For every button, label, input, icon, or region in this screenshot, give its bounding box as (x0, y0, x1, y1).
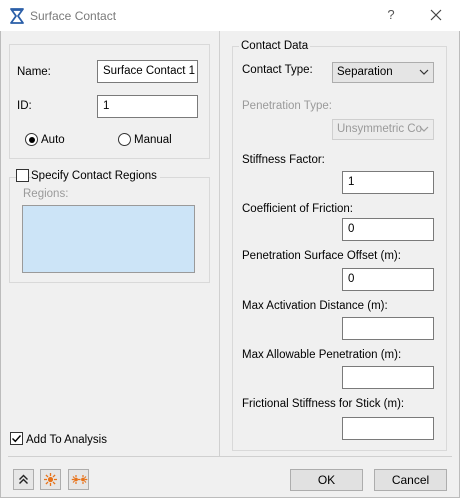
contact-type-value: Separation (337, 66, 393, 78)
name-label: Name: (17, 66, 51, 78)
close-icon[interactable] (424, 4, 448, 26)
frictional-stiffness-field[interactable] (342, 417, 434, 440)
manual-radio-label[interactable]: Manual (134, 134, 172, 146)
specify-regions-checkbox[interactable] (16, 169, 29, 182)
panel-divider (219, 31, 220, 456)
contact-data-title: Contact Data (239, 40, 311, 52)
auto-radio[interactable] (25, 133, 38, 146)
add-to-analysis-label[interactable]: Add To Analysis (26, 434, 107, 446)
activation-distance-field[interactable] (342, 317, 434, 340)
friction-coefficient-field[interactable]: 0 (342, 218, 434, 241)
collapse-up-icon (19, 474, 28, 484)
auto-radio-label[interactable]: Auto (41, 134, 65, 146)
stiffness-factor-label: Stiffness Factor: (242, 154, 325, 166)
add-to-analysis-checkbox[interactable] (10, 432, 23, 445)
frictional-stiffness-label: Frictional Stiffness for Stick (m): (242, 398, 405, 410)
activation-distance-label: Max Activation Distance (m): (242, 300, 388, 312)
penetration-type-dropdown: Unsymmetric Co (332, 119, 434, 140)
checkmark-icon (12, 435, 22, 443)
surface-offset-field[interactable]: 0 (342, 268, 434, 291)
id-field[interactable]: 1 (97, 95, 198, 118)
collapse-button[interactable] (13, 469, 34, 490)
window-title: Surface Contact (30, 9, 117, 23)
sun-icon (44, 473, 57, 486)
footer-divider (8, 456, 452, 457)
name-field[interactable]: Surface Contact 1 (97, 60, 198, 83)
help-button[interactable]: ? (380, 4, 402, 26)
ok-button[interactable]: OK (290, 469, 363, 491)
contact-type-label: Contact Type: (242, 64, 313, 76)
penetration-type-value: Unsymmetric Co (337, 123, 422, 135)
id-label: ID: (17, 100, 32, 112)
allowable-penetration-field[interactable] (342, 366, 434, 389)
regions-list[interactable] (22, 205, 195, 273)
surface-contact-app-icon (10, 8, 24, 24)
sun-multiple-icon (71, 475, 88, 484)
multi-sun-button[interactable] (68, 469, 89, 490)
manual-radio[interactable] (118, 133, 131, 146)
friction-coefficient-label: Coefficient of Friction: (242, 203, 354, 215)
title-bar: Surface Contact ? (0, 0, 460, 31)
allowable-penetration-label: Max Allowable Penetration (m): (242, 349, 402, 361)
auto-radio-dot (28, 136, 35, 143)
specify-regions-label[interactable]: Specify Contact Regions (31, 170, 160, 182)
surface-offset-label: Penetration Surface Offset (m): (242, 250, 401, 262)
contact-type-dropdown[interactable]: Separation (332, 62, 434, 83)
chevron-down-icon (419, 69, 429, 75)
regions-label: Regions: (23, 188, 69, 200)
chevron-down-icon (419, 126, 429, 132)
penetration-type-label: Penetration Type: (242, 100, 332, 112)
single-sun-button[interactable] (40, 469, 61, 490)
stiffness-factor-field[interactable]: 1 (342, 171, 434, 194)
cancel-button[interactable]: Cancel (374, 469, 447, 491)
